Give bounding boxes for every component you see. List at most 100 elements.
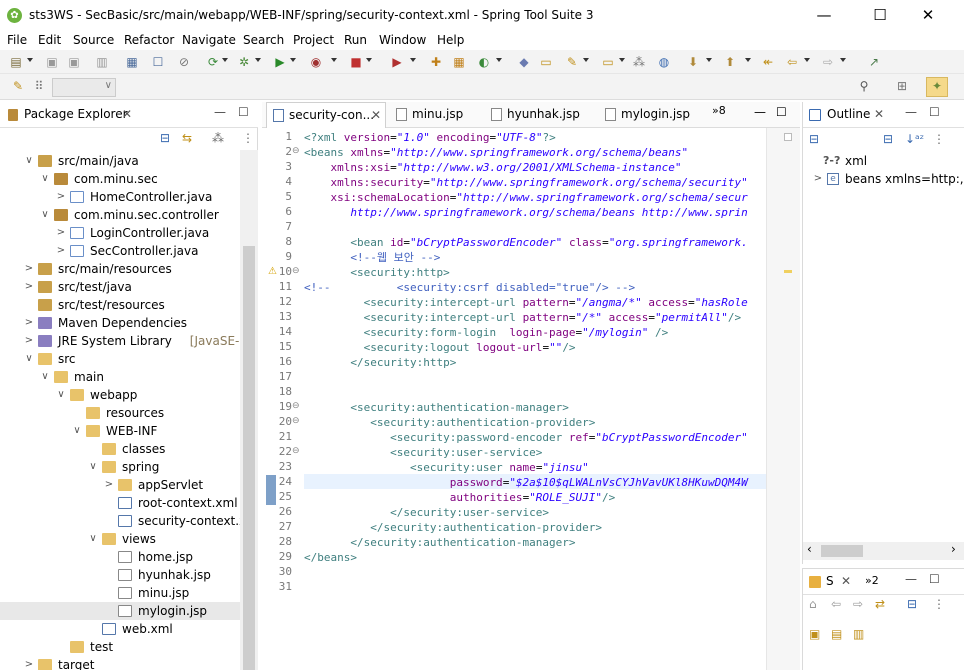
tree-item[interactable]: resources <box>0 404 240 422</box>
code-line[interactable]: authorities="ROLE_SUJI"/> <box>304 490 616 505</box>
chevron-right-icon[interactable]: > <box>56 188 66 206</box>
next-annotation-icon[interactable]: ⬇ <box>685 54 701 70</box>
new-package-icon[interactable]: ▦ <box>451 54 467 70</box>
view-menu-icon[interactable]: ⋮ <box>933 597 945 611</box>
vertical-scrollbar[interactable] <box>240 150 258 670</box>
code-line[interactable]: <security:intercept-url pattern="/angma/… <box>304 295 748 310</box>
chevron-right-icon[interactable]: > <box>24 314 34 332</box>
chevron-down-icon[interactable]: ∨ <box>40 206 50 224</box>
menu-refactor[interactable]: Refactor <box>124 33 174 47</box>
menu-help[interactable]: Help <box>437 33 464 47</box>
chevron-right-icon[interactable]: > <box>24 260 34 278</box>
code-line[interactable]: <security:http> <box>304 265 449 280</box>
chevron-right-icon[interactable]: > <box>24 278 34 296</box>
code-line[interactable]: </beans> <box>304 550 357 565</box>
minimize-view-icon[interactable]: — <box>905 105 917 119</box>
code-line[interactable]: <security:logout logout-url=""/> <box>304 340 576 355</box>
code-line[interactable]: <security:intercept-url pattern="/*" acc… <box>304 310 742 325</box>
warning-marker[interactable] <box>784 270 792 273</box>
pin-editor-icon[interactable]: ↗ <box>866 54 882 70</box>
scroll-left-icon[interactable]: ‹ <box>807 542 812 556</box>
close-icon[interactable]: ✕ <box>841 574 851 588</box>
tree-item[interactable]: ∨ src <box>0 350 240 368</box>
close-icon[interactable]: ✕ <box>874 107 884 121</box>
chevron-down-icon[interactable]: ∨ <box>88 458 98 476</box>
zoom-combo[interactable]: ∨ <box>52 78 116 97</box>
outline-tab[interactable]: Outline ✕ — ☐ <box>803 102 964 128</box>
tab-security-context[interactable]: security-con... ✕ <box>266 102 386 128</box>
maximize-view-icon[interactable]: ☐ <box>929 572 940 586</box>
print-icon[interactable]: ▥ <box>94 54 110 70</box>
code-area[interactable]: <?xml version="1.0" encoding="UTF-8"?> <b… <box>304 128 766 670</box>
tree-item[interactable]: > appServlet <box>0 476 240 494</box>
maximize-view-icon[interactable]: ☐ <box>238 105 249 119</box>
maximize-view-icon[interactable]: ☐ <box>929 105 940 119</box>
warning-icon[interactable]: ⚠ <box>268 266 277 277</box>
maximize-view-icon[interactable]: ☐ <box>776 105 787 119</box>
prev-annotation-icon[interactable]: ⬆ <box>722 54 738 70</box>
tree-item[interactable]: > JRE System Library [JavaSE-1.8] <box>0 332 240 350</box>
snippet-folder-icon[interactable]: ▥ <box>853 627 864 641</box>
skip-breakpoints-icon[interactable]: ⊘ <box>176 54 192 70</box>
forward-icon[interactable]: ⇨ <box>820 54 836 70</box>
tree-item[interactable]: ∨ com.minu.sec <box>0 170 240 188</box>
search-icon[interactable]: ⚲ <box>856 78 872 94</box>
save-all-icon[interactable]: ▣ <box>66 54 82 70</box>
close-icon[interactable]: ✕ <box>371 108 381 122</box>
minimize-view-icon[interactable]: — <box>754 105 766 119</box>
tree-item[interactable]: ∨ spring <box>0 458 240 476</box>
code-line[interactable]: <security:form-login login-page="/mylogi… <box>304 325 669 340</box>
tree-item[interactable]: > HomeController.java <box>0 188 240 206</box>
scrollbar-thumb[interactable] <box>821 545 863 557</box>
tree-item[interactable]: test <box>0 638 240 656</box>
collapse-icon[interactable]: ⊟ <box>907 597 917 611</box>
code-line[interactable]: </security:http> <box>304 355 456 370</box>
minimize-view-icon[interactable]: — <box>214 105 226 119</box>
refresh-icon[interactable]: ⇄ <box>875 597 885 611</box>
pencil-icon[interactable]: ✎ <box>10 78 26 94</box>
run-icon[interactable]: ▶ <box>272 54 288 70</box>
open-resource-icon[interactable]: ▭ <box>600 54 616 70</box>
code-line[interactable]: </security:authentication-manager> <box>304 535 575 550</box>
view-menu-icon[interactable]: ⋮ <box>242 131 254 145</box>
link-with-editor-icon[interactable]: ⇆ <box>182 131 192 145</box>
open-type-icon[interactable]: ◆ <box>516 54 532 70</box>
code-line[interactable]: <security:password-encoder ref="bCryptPa… <box>304 430 748 445</box>
new-icon[interactable]: ▤ <box>8 54 24 70</box>
tree-item[interactable]: > SecController.java <box>0 242 240 260</box>
snippet-sql-icon[interactable]: ▤ <box>831 627 842 641</box>
tree-item[interactable]: classes <box>0 440 240 458</box>
tree-item[interactable]: ∨ com.minu.sec.controller <box>0 206 240 224</box>
code-line[interactable]: <security:user-service> <box>304 445 542 460</box>
close-icon[interactable]: ✕ <box>122 107 132 121</box>
code-line[interactable]: <!-- <security:csrf disabled="true"/> --… <box>304 280 635 295</box>
code-line[interactable]: <security:user name="jinsu" <box>304 460 589 475</box>
more-tabs-button[interactable]: »8 <box>712 104 736 130</box>
code-line[interactable]: <security:authentication-provider> <box>304 415 595 430</box>
tab-minu-jsp[interactable]: minu.jsp <box>396 102 486 128</box>
overview-ruler[interactable] <box>766 128 800 670</box>
new-class-icon[interactable]: ◐ <box>476 54 492 70</box>
chevron-down-icon[interactable]: ∨ <box>40 368 50 386</box>
tree-item[interactable]: > LoginController.java <box>0 224 240 242</box>
code-line[interactable]: xsi:schemaLocation="http://www.springfra… <box>304 190 748 205</box>
tree-item[interactable]: > Maven Dependencies <box>0 314 240 332</box>
tree-item[interactable]: web.xml <box>0 620 240 638</box>
open-folder-icon[interactable]: ▭ <box>538 54 554 70</box>
last-edit-icon[interactable]: ↞ <box>760 54 776 70</box>
tree-item[interactable]: > src/test/java <box>0 278 240 296</box>
horizontal-scrollbar[interactable]: ‹ › <box>803 542 964 560</box>
fold-toggle-icon[interactable]: ⊖ <box>292 146 300 156</box>
new-snippet-icon[interactable]: ▣ <box>809 627 820 641</box>
tree-item[interactable]: > target <box>0 656 240 670</box>
back-icon[interactable]: ⇦ <box>784 54 800 70</box>
code-line[interactable]: xmlns:xsi="http://www.w3.org/2001/XMLSch… <box>304 160 682 175</box>
package-explorer-tab[interactable]: Package Explorer ✕ — ☐ <box>0 102 258 128</box>
launch-icon[interactable]: ▶ <box>389 54 405 70</box>
view-menu-icon[interactable]: ⋮ <box>933 132 945 146</box>
minimize-view-icon[interactable]: — <box>905 572 917 586</box>
console-icon[interactable]: ▦ <box>124 54 140 70</box>
fold-toggle-icon[interactable]: ⊖ <box>292 416 300 426</box>
code-line[interactable]: <?xml version="1.0" encoding="UTF-8"?> <box>304 130 556 145</box>
code-line[interactable]: </security:authentication-provider> <box>304 520 602 535</box>
